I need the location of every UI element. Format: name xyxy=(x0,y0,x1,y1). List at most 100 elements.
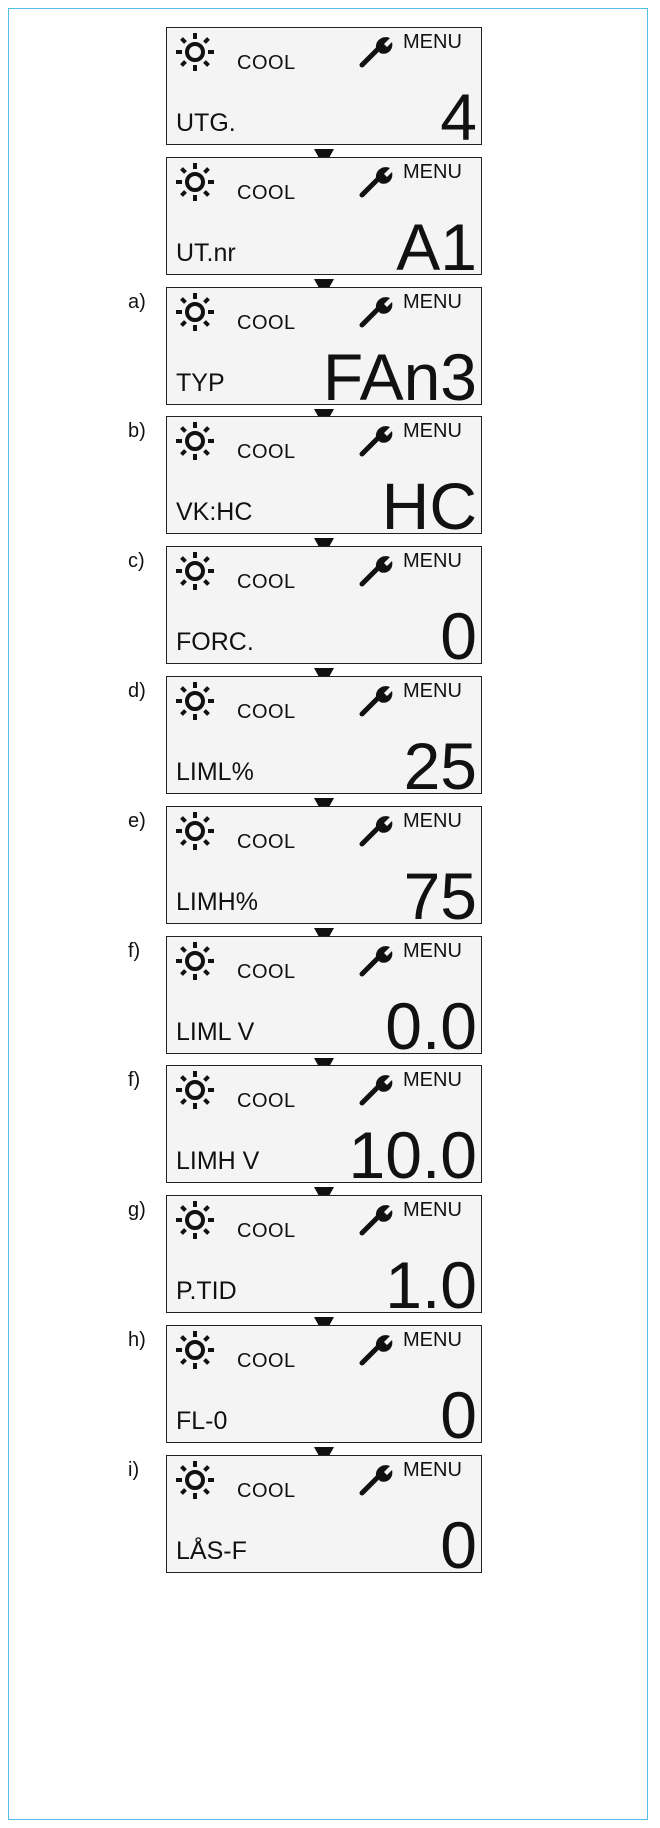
lcd-display: COOL MENU LIMH V 10.0 xyxy=(166,1065,482,1188)
parameter-value: 10.0 xyxy=(348,1118,477,1193)
sun-icon xyxy=(176,682,214,720)
step-tag: g) xyxy=(128,1199,146,1222)
parameter-name: LÅS-F xyxy=(176,1536,247,1565)
parameter-value: 75 xyxy=(403,858,477,933)
menu-label: MENU xyxy=(403,420,462,443)
mode-label: COOL xyxy=(237,52,296,74)
lcd-display: COOL MENU VK:HC HC xyxy=(166,416,482,539)
parameter-value: HC xyxy=(381,469,477,544)
step-tag: i) xyxy=(128,1458,140,1481)
menu-label: MENU xyxy=(403,160,462,183)
parameter-name: TYP xyxy=(176,368,225,397)
step-tag: e) xyxy=(128,809,146,832)
lcd-display: COOL MENU TYP FAn3 xyxy=(166,286,482,410)
screen-step: g) COOL MENU P.TID 1.0 xyxy=(0,1195,660,1343)
parameter-value: 0 xyxy=(440,599,477,674)
parameter-name: LIMH% xyxy=(176,887,258,916)
sun-icon xyxy=(176,162,214,201)
mode-label: COOL xyxy=(237,571,296,594)
mode-label: COOL xyxy=(237,960,296,983)
mode-label: COOL xyxy=(237,1220,296,1243)
menu-label: MENU xyxy=(403,31,462,53)
mode-label: COOL xyxy=(237,181,296,204)
screen-step: h) COOL MENU FL-0 0 xyxy=(0,1325,660,1473)
step-tag: f) xyxy=(128,939,141,962)
lcd-display: COOL MENU LIMH% 75 xyxy=(166,805,482,929)
wrench-icon xyxy=(359,1205,393,1236)
lcd-display: COOL MENU FORC. 0 xyxy=(166,546,482,669)
mode-label: COOL xyxy=(237,311,296,334)
menu-label: MENU xyxy=(403,1458,462,1481)
parameter-value: 4 xyxy=(440,80,477,154)
wrench-icon xyxy=(359,166,393,198)
wrench-icon xyxy=(359,37,393,68)
lcd-display: COOL MENU LIML V 0.0 xyxy=(166,935,482,1059)
mode-label: COOL xyxy=(237,1090,296,1113)
menu-label: MENU xyxy=(403,939,462,962)
wrench-icon xyxy=(359,296,393,328)
step-tag: f) xyxy=(128,1069,141,1092)
parameter-value: 0 xyxy=(440,1378,477,1452)
wrench-icon xyxy=(359,1464,393,1496)
wrench-icon xyxy=(359,945,393,977)
parameter-name: FORC. xyxy=(176,628,254,657)
step-tag: c) xyxy=(128,550,145,573)
screen-step: f) COOL MENU LIM xyxy=(0,935,660,1084)
parameter-name: LIML V xyxy=(176,1017,255,1046)
screen-step: e) COOL MENU LIMH% 75 xyxy=(0,805,660,954)
screen-step: c) COOL MENU FORC. 0 xyxy=(0,546,660,694)
sun-icon xyxy=(176,292,214,331)
sun-icon xyxy=(176,1331,214,1369)
menu-label: MENU xyxy=(403,1329,462,1351)
sun-icon xyxy=(176,811,214,850)
sun-icon xyxy=(176,422,214,461)
sun-icon xyxy=(176,552,214,591)
screen-step: b) COOL MENU VK:HC HC xyxy=(0,416,660,564)
screen-step: COOL MENU UT.nr A1 xyxy=(0,156,660,305)
wrench-icon xyxy=(359,1335,393,1366)
parameter-value: 0.0 xyxy=(385,988,477,1063)
lcd-display: COOL MENU UT.nr A1 xyxy=(166,156,482,280)
step-tag: d) xyxy=(128,680,146,702)
wrench-icon xyxy=(359,815,393,847)
parameter-name: LIML% xyxy=(176,758,254,786)
parameter-name: P.TID xyxy=(176,1277,237,1306)
lcd-display: COOL MENU FL-0 0 xyxy=(166,1325,482,1448)
step-tag: a) xyxy=(128,290,146,313)
sun-icon xyxy=(176,1201,214,1240)
lcd-display: COOL MENU UTG. 4 xyxy=(166,27,482,150)
menu-label: MENU xyxy=(403,809,462,832)
mode-label: COOL xyxy=(237,441,296,464)
mode-label: COOL xyxy=(237,1350,296,1372)
menu-label: MENU xyxy=(403,550,462,573)
wrench-icon xyxy=(359,556,393,587)
menu-label: MENU xyxy=(403,1069,462,1092)
parameter-name: LIMH V xyxy=(176,1147,260,1176)
menu-label: MENU xyxy=(403,1199,462,1222)
mode-label: COOL xyxy=(237,830,296,853)
screen-step: d) COOL MENU LIML% 25 xyxy=(0,676,660,824)
parameter-value: FAn3 xyxy=(322,339,477,414)
wrench-icon xyxy=(359,426,393,457)
parameter-value: A1 xyxy=(396,209,477,284)
menu-label: MENU xyxy=(403,290,462,313)
mode-label: COOL xyxy=(237,1479,296,1502)
sun-icon xyxy=(176,941,214,980)
parameter-value: 25 xyxy=(403,729,477,803)
parameter-name: VK:HC xyxy=(176,498,253,527)
step-tag: b) xyxy=(128,420,146,443)
screen-step: f) COOL MENU LIM xyxy=(0,1065,660,1213)
sun-icon xyxy=(176,1460,214,1499)
parameter-name: FL-0 xyxy=(176,1407,228,1435)
step-tag: h) xyxy=(128,1329,146,1351)
parameter-name: UTG. xyxy=(176,109,236,137)
lcd-display: COOL MENU LÅS-F 0 xyxy=(166,1454,482,1578)
screen-step: COOL MENU UTG. 4 xyxy=(0,27,660,175)
mode-label: COOL xyxy=(237,701,296,723)
parameter-value: 1.0 xyxy=(385,1248,477,1323)
lcd-display: COOL MENU LIML% 25 xyxy=(166,676,482,799)
parameter-name: UT.nr xyxy=(176,238,236,267)
menu-label: MENU xyxy=(403,680,462,702)
lcd-display: COOL MENU P.TID 1.0 xyxy=(166,1195,482,1318)
sun-icon xyxy=(176,1071,214,1110)
